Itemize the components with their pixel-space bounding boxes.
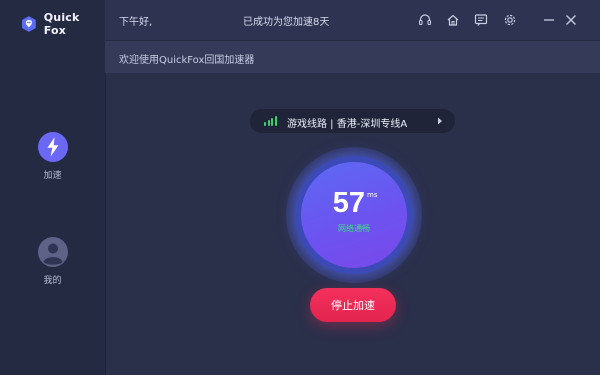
top-bar: 下午好, 已成功为您加速8天	[105, 0, 600, 41]
sidebar: Quick Fox 加速 我的	[0, 0, 106, 375]
accel-days-text: 已成功为您加速8天	[243, 17, 330, 28]
sidebar-item-label: 加速	[43, 171, 62, 181]
brand: Quick Fox	[20, 11, 105, 37]
app-name: Quick Fox	[43, 11, 80, 37]
chevron-right-icon	[438, 117, 442, 125]
avatar-icon	[37, 237, 68, 267]
sidebar-item-label: 我的	[43, 276, 62, 286]
quickfox-logo-icon	[21, 16, 36, 32]
signal-icon	[264, 116, 277, 126]
home-icon[interactable]	[445, 12, 461, 28]
close-icon[interactable]	[563, 12, 579, 28]
route-selector[interactable]: 游戏线路 | 香港-深圳专线A	[250, 109, 455, 133]
welcome-banner: 欢迎使用QuickFox回国加速器	[105, 41, 600, 73]
ping-unit: ms	[367, 191, 378, 199]
message-icon[interactable]	[473, 12, 489, 28]
stop-acceleration-button[interactable]: 停止加速	[310, 288, 396, 322]
headset-icon[interactable]	[417, 12, 433, 28]
ping-value: 57	[332, 187, 365, 219]
lightning-icon	[37, 132, 68, 162]
network-status: 网络通畅	[338, 224, 370, 233]
sidebar-item-mine[interactable]: 我的	[0, 236, 105, 286]
greeting-text: 下午好,	[119, 17, 153, 28]
welcome-text: 欢迎使用QuickFox回国加速器	[119, 55, 255, 66]
settings-icon[interactable]	[502, 12, 518, 28]
sidebar-item-accelerate[interactable]: 加速	[0, 131, 105, 181]
main-panel: 游戏线路 | 香港-深圳专线A 57 ms 网络通畅 停止加速	[105, 73, 600, 375]
route-label: 游戏线路 | 香港-深圳专线A	[287, 119, 408, 130]
minimize-icon[interactable]	[541, 12, 557, 28]
